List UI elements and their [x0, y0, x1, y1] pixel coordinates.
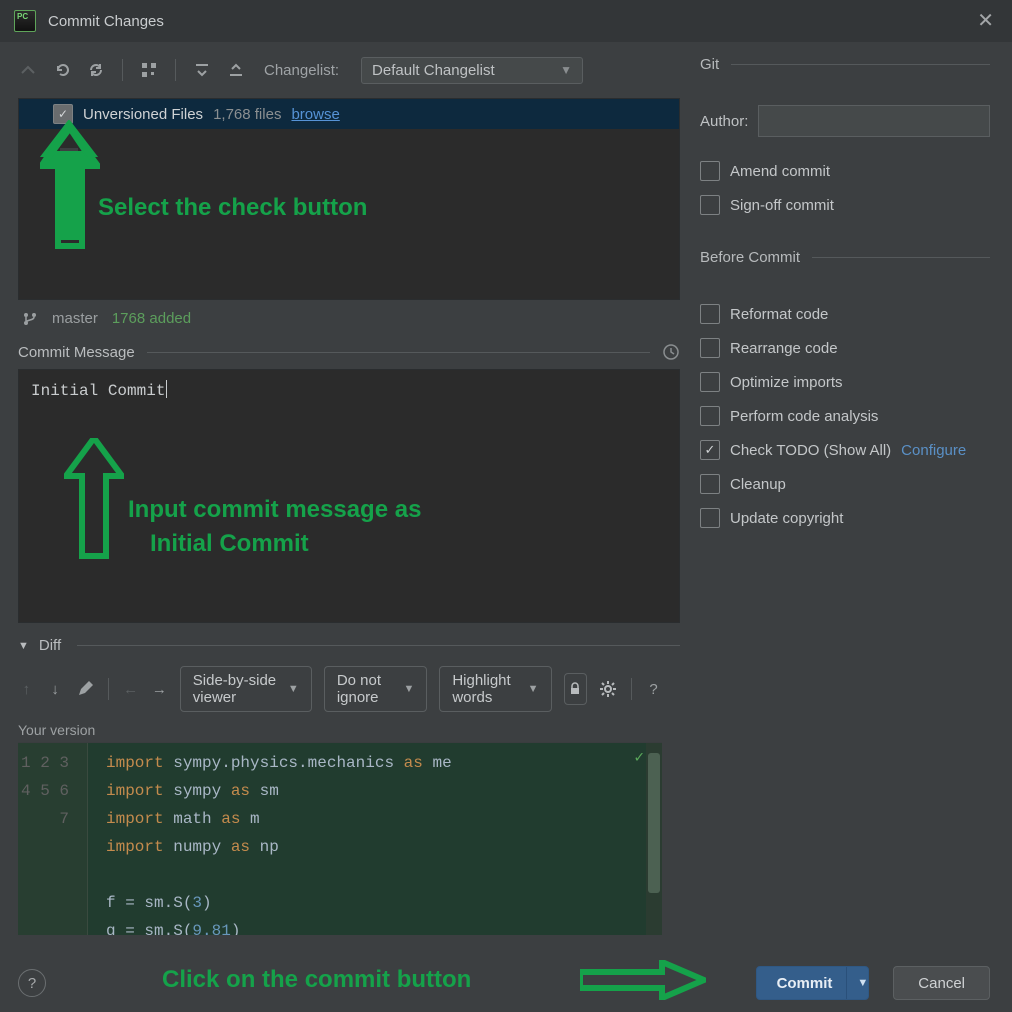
unversioned-checkbox[interactable]: ✓ — [53, 104, 73, 124]
commit-split-icon[interactable]: ▼ — [846, 967, 868, 999]
collapse-caret-icon: ▼ — [18, 640, 29, 652]
collapse-all-icon[interactable] — [226, 60, 246, 80]
diff-editor[interactable]: 1 2 3 4 5 6 7 import sympy.physics.mecha… — [18, 742, 662, 935]
history-icon[interactable] — [662, 343, 680, 361]
checkbox[interactable] — [700, 195, 720, 215]
reformat-code-option[interactable]: Reformat code — [700, 304, 990, 324]
commit-message-input[interactable]: Initial Commit — [18, 369, 680, 623]
commit-button[interactable]: Commit ▼ — [756, 966, 870, 1000]
view-mode-selector[interactable]: Side-by-side viewer▼ — [180, 666, 312, 712]
nav-back-icon: ← — [122, 677, 139, 701]
added-count: 1768 added — [112, 310, 191, 327]
undo-icon[interactable] — [52, 60, 72, 80]
check-todo-option[interactable]: Check TODO (Show All) Configure — [700, 440, 990, 460]
update-copyright-option[interactable]: Update copyright — [700, 508, 990, 528]
author-label: Author: — [700, 113, 748, 130]
edit-icon[interactable] — [76, 677, 94, 701]
git-section-header: Git — [700, 56, 990, 73]
code-area: import sympy.physics.mechanics as me imp… — [88, 743, 662, 935]
commit-message-text: Initial Commit — [31, 382, 165, 400]
chevron-down-icon: ▼ — [560, 63, 572, 77]
optimize-imports-option[interactable]: Optimize imports — [700, 372, 990, 392]
highlight-selector[interactable]: Highlight words▼ — [439, 666, 551, 712]
author-input[interactable] — [758, 105, 990, 137]
your-version-label: Your version — [18, 722, 680, 738]
commit-message-header: Commit Message — [18, 343, 680, 361]
unversioned-label: Unversioned Files — [83, 106, 203, 123]
cleanup-option[interactable]: Cleanup — [700, 474, 990, 494]
commit-message-label: Commit Message — [18, 344, 135, 361]
changelist-selector[interactable]: Default Changelist ▼ — [361, 57, 583, 84]
diff-header[interactable]: ▼ Diff — [18, 637, 680, 654]
changelist-panel: ✓ Unversioned Files 1,768 files browse — [18, 98, 680, 300]
code-analysis-option[interactable]: Perform code analysis — [700, 406, 990, 426]
browse-link[interactable]: browse — [291, 106, 339, 123]
cancel-button[interactable]: Cancel — [893, 966, 990, 1000]
prev-change-icon: ↑ — [18, 677, 35, 701]
right-panel: Git Author: Amend commit Sign-off commit — [680, 42, 1012, 954]
rearrange-code-option[interactable]: Rearrange code — [700, 338, 990, 358]
unversioned-files-row[interactable]: ✓ Unversioned Files 1,768 files browse — [19, 99, 679, 129]
amend-commit-option[interactable]: Amend commit — [700, 161, 990, 181]
branch-status: master 1768 added — [18, 300, 680, 333]
changelist-toolbar: Changelist: Default Changelist ▼ — [18, 50, 680, 90]
close-icon[interactable]: ✕ — [973, 7, 998, 35]
branch-icon — [22, 311, 38, 327]
valid-check-icon: ✓ — [634, 747, 644, 767]
signoff-commit-option[interactable]: Sign-off commit — [700, 195, 990, 215]
diff-label: Diff — [39, 637, 61, 654]
checkbox[interactable] — [700, 161, 720, 181]
line-gutter: 1 2 3 4 5 6 7 — [18, 743, 88, 935]
window-title: Commit Changes — [48, 13, 164, 30]
titlebar: Commit Changes ✕ — [0, 0, 1012, 42]
lock-icon[interactable] — [564, 673, 587, 705]
commit-dialog: Commit Changes ✕ — [0, 0, 1012, 1012]
editor-scrollbar[interactable] — [646, 743, 662, 935]
nav-forward-icon[interactable]: → — [151, 677, 168, 701]
changelist-value: Default Changelist — [372, 62, 495, 79]
next-change-icon[interactable]: ↓ — [47, 677, 64, 701]
help-icon[interactable]: ? — [18, 969, 46, 997]
branch-name: master — [52, 310, 98, 327]
pycharm-icon — [14, 10, 36, 32]
expand-all-icon[interactable] — [192, 60, 212, 80]
configure-link[interactable]: Configure — [901, 442, 966, 459]
refresh-icon[interactable] — [86, 60, 106, 80]
gear-icon[interactable] — [599, 677, 617, 701]
go-up-icon — [18, 60, 38, 80]
changelist-label: Changelist: — [264, 62, 339, 79]
diff-toolbar: ↑ ↓ ← → Side-by-side viewer▼ Do not igno… — [18, 666, 662, 712]
dialog-button-bar: ? Commit ▼ Cancel — [0, 954, 1012, 1012]
help-small-icon[interactable]: ? — [645, 677, 662, 701]
before-commit-header: Before Commit — [700, 249, 990, 266]
file-count: 1,768 files — [213, 106, 281, 123]
ignore-selector[interactable]: Do not ignore▼ — [324, 666, 428, 712]
left-panel: Changelist: Default Changelist ▼ ✓ Unver… — [0, 42, 680, 954]
group-icon[interactable] — [139, 60, 159, 80]
